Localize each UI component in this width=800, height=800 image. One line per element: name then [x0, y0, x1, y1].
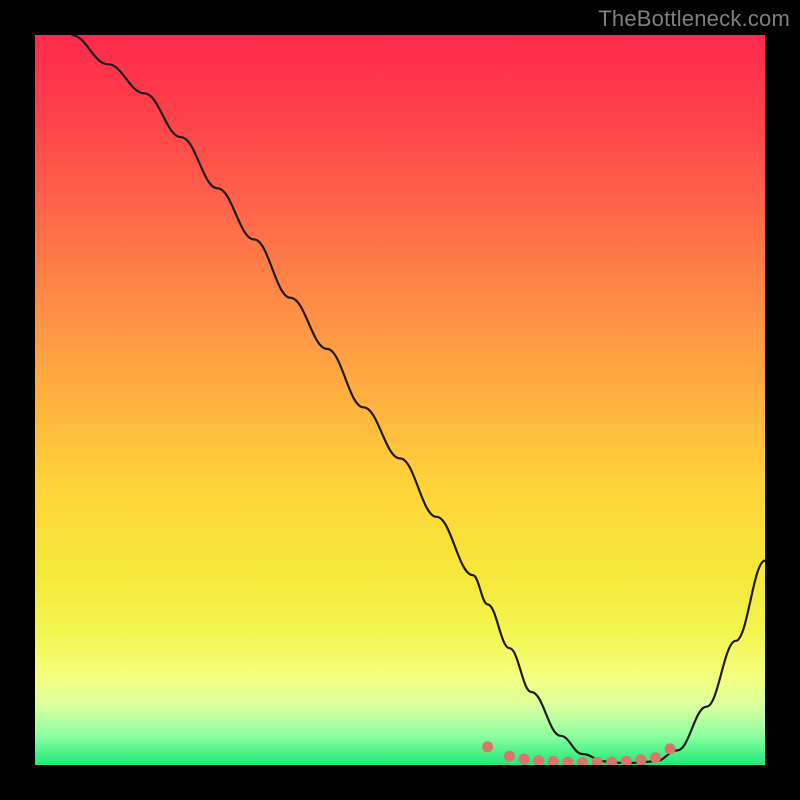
- highlight-dot: [519, 754, 530, 765]
- highlight-dot: [635, 754, 646, 765]
- highlight-dots: [482, 741, 675, 765]
- highlight-dot: [562, 757, 573, 765]
- highlight-dot: [482, 741, 493, 752]
- watermark-text: TheBottleneck.com: [598, 6, 790, 32]
- highlight-dot: [592, 757, 603, 765]
- highlight-dot: [621, 756, 632, 765]
- highlight-dot: [650, 752, 661, 763]
- bottleneck-curve: [72, 35, 766, 763]
- plot-area: [35, 35, 765, 765]
- highlight-dot: [665, 743, 676, 754]
- highlight-dot: [606, 757, 617, 765]
- chart-container: TheBottleneck.com: [0, 0, 800, 800]
- highlight-dot: [504, 751, 515, 762]
- highlight-dot: [533, 755, 544, 765]
- highlight-dot: [548, 756, 559, 765]
- chart-svg: [35, 35, 765, 765]
- highlight-dot: [577, 757, 588, 765]
